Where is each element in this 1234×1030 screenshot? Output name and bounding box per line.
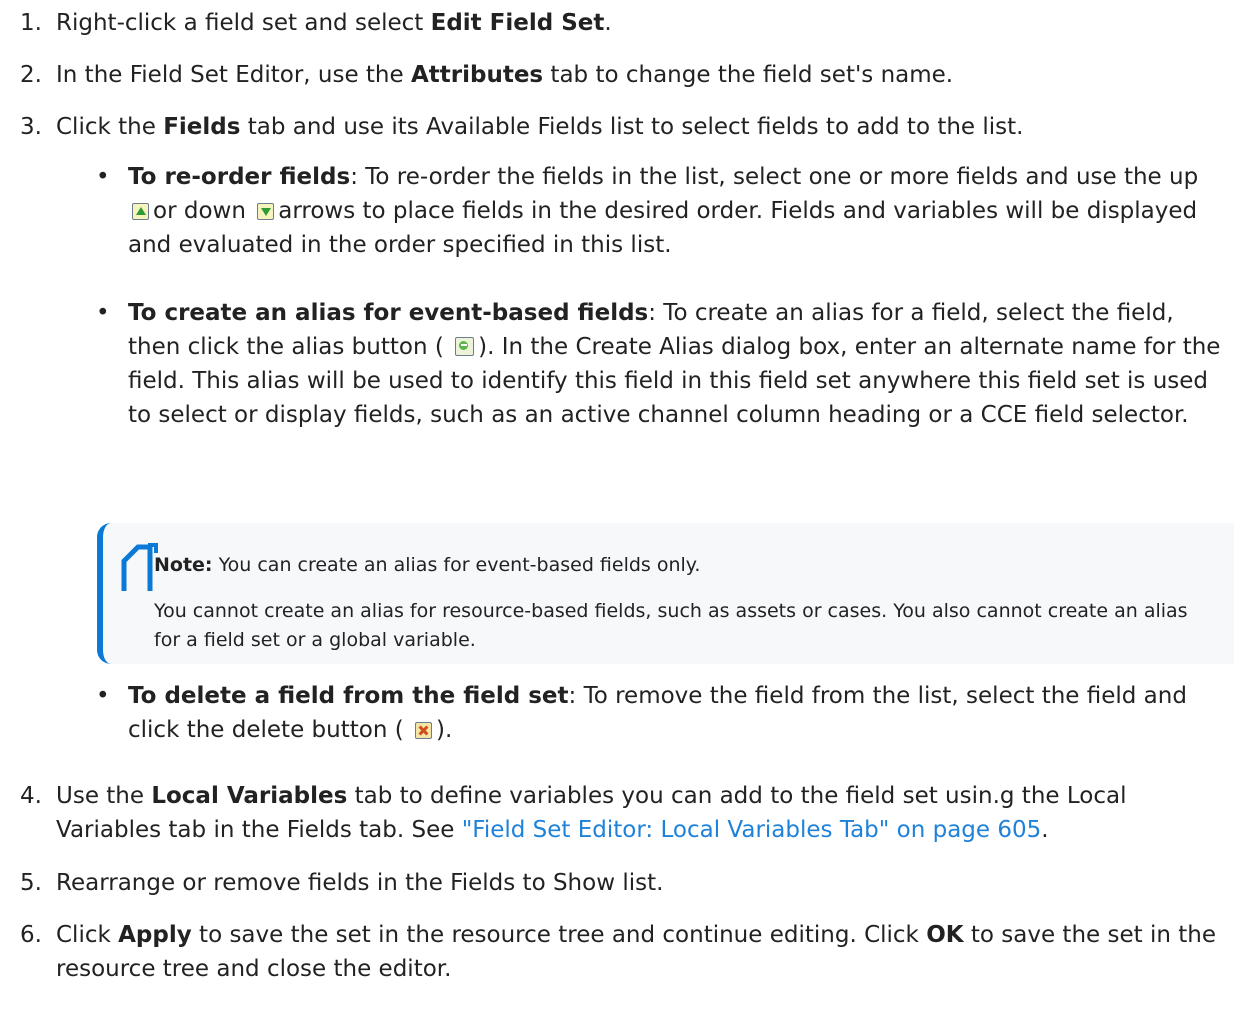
step-number: 3. [20,114,42,140]
step-number: 6. [20,922,42,948]
step-text: to save the set in the resource tree and… [191,922,927,948]
note-box: Note: You can create an alias for event-… [97,523,1234,664]
bullet-create-alias: • To create an alias for event-based fie… [96,296,1226,432]
alias-icon [455,337,475,356]
bullet-delete-field: • To delete a field from the field set: … [96,679,1226,747]
bullet-text: ). [436,717,453,743]
step-3: 3. Click the Fields tab and use its Avai… [20,110,1220,144]
step-number: 4. [20,783,42,809]
bullet-dot: • [96,164,110,190]
cross-reference-link[interactable]: "Field Set Editor: Local Variables Tab" … [462,817,1042,843]
bullet-dot: • [96,683,110,709]
step-emphasis: Apply [118,922,192,948]
bullet-text: or down [153,198,246,224]
step-number: 5. [20,870,42,896]
step-2: 2. In the Field Set Editor, use the Attr… [20,58,1220,92]
bullet-title: To re-order fields [128,164,351,190]
step-text: In the Field Set Editor, use the [56,62,411,88]
note-label: Note: [154,554,213,576]
step-emphasis: Local Variables [151,783,348,809]
step-emphasis: Edit Field Set [430,10,605,36]
note-line-1: Note: You can create an alias for event-… [154,551,1214,580]
step-1: 1. Right-click a field set and select Ed… [20,6,1220,40]
bullet-reorder-fields: • To re-order fields: To re-order the fi… [96,160,1226,262]
step-number: 2. [20,62,42,88]
step-text: . [604,10,612,36]
step-emphasis: OK [926,922,964,948]
step-text: Right-click a field set and select [56,10,431,36]
step-5: 5. Rearrange or remove fields in the Fie… [20,866,1220,900]
bullet-text: arrows to place fields in the desired or… [128,198,1198,258]
step-text: Click the [56,114,164,140]
bullet-title: To create an alias for event-based field… [128,300,649,326]
step-emphasis: Fields [163,114,241,140]
step-text: Click [56,922,119,948]
step-6: 6. Click Apply to save the set in the re… [20,918,1220,986]
bullet-dot: • [96,300,110,326]
down-arrow-icon [257,203,275,220]
bullet-title: To delete a field from the field set [128,683,569,709]
step-4: 4. Use the Local Variables tab to define… [20,779,1220,847]
note-text: You can create an alias for event-based … [212,554,701,576]
step-text: tab to change the field set's name. [543,62,954,88]
step-text: . [1041,817,1049,843]
delete-icon [415,722,432,739]
note-line-2: You cannot create an alias for resource-… [154,600,1188,651]
bullet-text: : To re-order the fields in the list, se… [350,164,1199,190]
step-text: Rearrange or remove fields in the Fields… [56,870,664,896]
up-arrow-icon [132,203,149,220]
step-text: Use the [56,783,152,809]
step-emphasis: Attributes [410,62,544,88]
step-text: tab and use its Available Fields list to… [240,114,1024,140]
step-number: 1. [20,10,42,36]
